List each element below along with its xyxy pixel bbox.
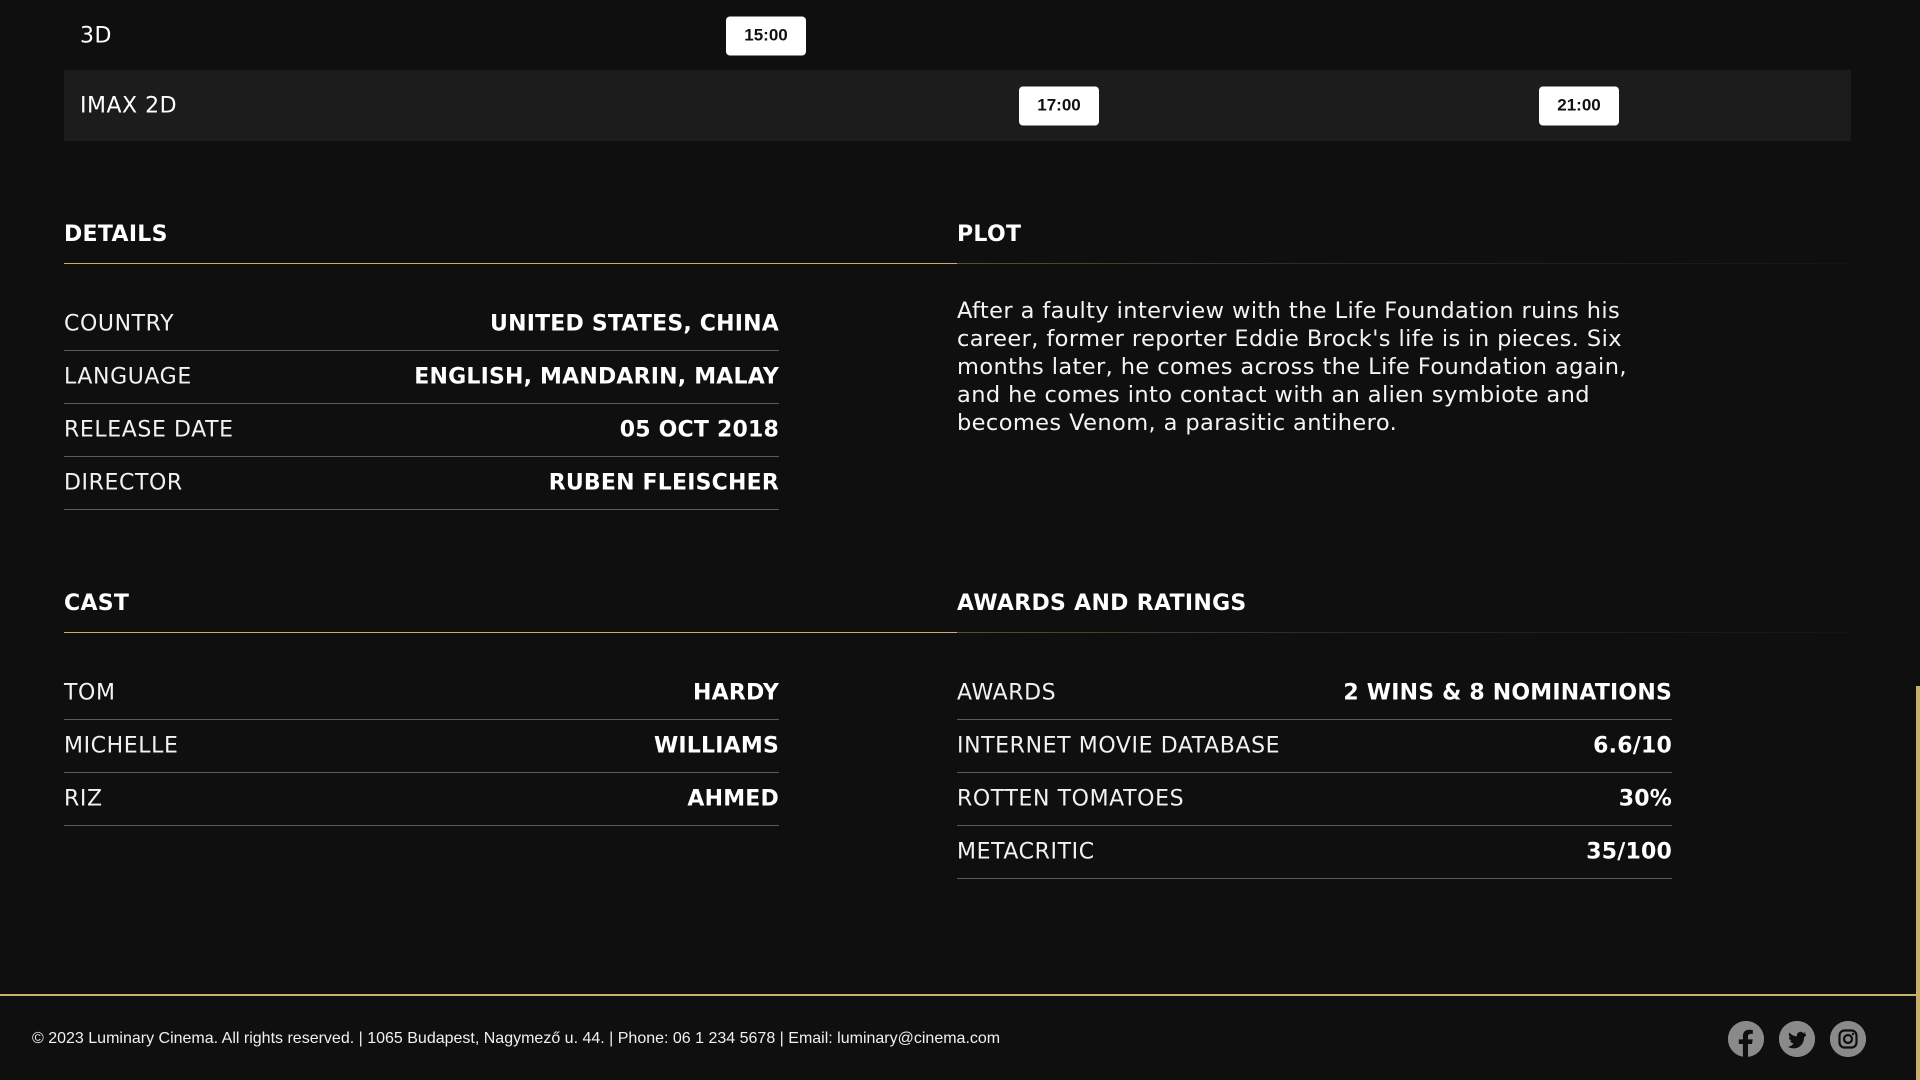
screening-format-label: 3D [80,23,112,48]
cast-heading: CAST [64,591,130,616]
details-section: DETAILS [64,221,958,264]
cast-last-name: HARDY [693,680,779,706]
details-value: 05 OCT 2018 [619,417,779,443]
details-value: ENGLISH, MANDARIN, MALAY [414,364,779,390]
details-key: DIRECTOR [64,470,183,496]
awards-key: ROTTEN TOMATOES [957,786,1185,812]
details-value: RUBEN FLEISCHER [548,470,779,496]
awards-key: INTERNET MOVIE DATABASE [957,733,1281,759]
screening-format-label: IMAX 2D [80,93,178,118]
details-heading: DETAILS [64,222,168,247]
section-divider [957,263,1851,264]
details-key: LANGUAGE [64,364,192,390]
cast-first-name: RIZ [64,786,103,812]
cast-row: RIZ AHMED [64,773,779,826]
awards-row: INTERNET MOVIE DATABASE 6.6/10 [957,720,1672,773]
section-divider [64,263,958,264]
awards-value: 35/100 [1586,839,1672,865]
details-key: COUNTRY [64,311,175,337]
awards-row: AWARDS 2 WINS & 8 NOMINATIONS [957,667,1672,720]
instagram-icon[interactable] [1830,1021,1866,1057]
awards-key: METACRITIC [957,839,1095,865]
details-row-director: DIRECTOR RUBEN FLEISCHER [64,457,779,510]
section-divider [64,632,958,633]
cast-last-name: WILLIAMS [653,733,779,759]
showtime-button[interactable]: 15:00 [726,16,806,55]
details-key: RELEASE DATE [64,417,234,443]
cast-table: TOM HARDY MICHELLE WILLIAMS RIZ AHMED [64,667,779,826]
plot-text: After a faulty interview with the Life F… [957,298,1627,436]
awards-table: AWARDS 2 WINS & 8 NOMINATIONS INTERNET M… [957,667,1672,879]
showtime-button[interactable]: 21:00 [1539,86,1619,125]
movie-details-page: 3D 15:00 IMAX 2D 17:00 21:00 DETAILS COU… [0,0,1920,1080]
details-value: UNITED STATES, CHINA [490,311,779,337]
section-divider [957,632,1851,633]
screening-row-imax-2d: IMAX 2D 17:00 21:00 [64,70,1851,141]
facebook-icon[interactable] [1728,1021,1764,1057]
awards-row: ROTTEN TOMATOES 30% [957,773,1672,826]
awards-heading: AWARDS AND RATINGS [957,591,1247,616]
twitter-icon[interactable] [1779,1021,1815,1057]
cast-row: TOM HARDY [64,667,779,720]
showtime-button[interactable]: 17:00 [1019,86,1099,125]
awards-section: AWARDS AND RATINGS [957,590,1851,633]
cast-first-name: MICHELLE [64,733,179,759]
cast-row: MICHELLE WILLIAMS [64,720,779,773]
screening-row-3d: 3D 15:00 [64,0,1851,71]
cast-last-name: AHMED [687,786,779,812]
scrollbar-thumb[interactable] [1916,686,1920,1080]
plot-section: PLOT [957,221,1851,264]
details-row-country: COUNTRY UNITED STATES, CHINA [64,298,779,351]
awards-key: AWARDS [957,680,1057,706]
awards-value: 6.6/10 [1593,733,1672,759]
footer: © 2023 Luminary Cinema. All rights reser… [0,994,1916,1080]
cast-first-name: TOM [64,680,116,706]
awards-row: METACRITIC 35/100 [957,826,1672,879]
details-table: COUNTRY UNITED STATES, CHINA LANGUAGE EN… [64,298,779,510]
footer-text: © 2023 Luminary Cinema. All rights reser… [32,1030,1001,1047]
plot-heading: PLOT [957,222,1022,247]
awards-value: 2 WINS & 8 NOMINATIONS [1343,680,1672,706]
details-row-language: LANGUAGE ENGLISH, MANDARIN, MALAY [64,351,779,404]
awards-value: 30% [1618,786,1672,812]
details-row-release-date: RELEASE DATE 05 OCT 2018 [64,404,779,457]
cast-section: CAST [64,590,958,633]
